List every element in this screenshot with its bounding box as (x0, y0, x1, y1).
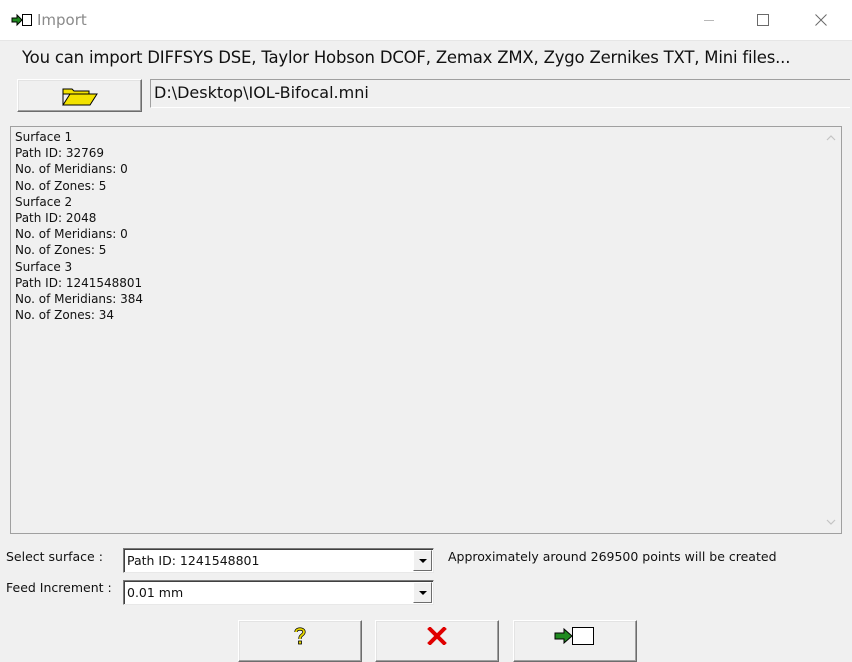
info-line: Path ID: 1241548801 (15, 275, 143, 290)
maximize-button[interactable] (740, 0, 786, 40)
browse-file-button[interactable] (17, 79, 142, 112)
info-line: No. of Zones: 5 (15, 243, 107, 258)
surface-info-lines: Surface 1 Path ID: 32769 No. of Meridian… (15, 129, 143, 323)
info-line: Path ID: 32769 (15, 146, 104, 161)
info-line: No. of Zones: 34 (15, 308, 115, 323)
info-line: No. of Meridians: 384 (15, 292, 144, 307)
info-line: No. of Meridians: 0 (15, 162, 128, 177)
feed-increment-dropdown[interactable]: 0.01 mm (123, 580, 434, 605)
feed-increment-value: 0.01 mm (127, 585, 184, 600)
import-arrow-icon (11, 13, 32, 27)
select-surface-label: Select surface : (6, 549, 103, 564)
info-line: Path ID: 2048 (15, 211, 97, 226)
maximize-icon (757, 14, 769, 26)
vertical-scrollbar[interactable] (821, 127, 841, 533)
title-bar: Import (0, 0, 852, 41)
select-surface-value: Path ID: 1241548801 (127, 553, 260, 568)
close-button[interactable] (798, 0, 844, 40)
folder-open-icon (61, 88, 98, 105)
info-line: No. of Zones: 5 (15, 178, 107, 193)
info-line: Surface 1 (15, 130, 73, 144)
scroll-up-icon[interactable] (825, 133, 837, 143)
scroll-down-icon[interactable] (825, 517, 837, 527)
chevron-down-icon[interactable] (413, 582, 432, 603)
import-ok-button[interactable] (513, 620, 637, 662)
feed-increment-label: Feed Increment : (6, 580, 112, 595)
surface-info-textbox[interactable]: Surface 1 Path ID: 32769 No. of Meridian… (10, 126, 842, 534)
minimize-icon (704, 20, 714, 21)
minimize-button[interactable] (686, 0, 732, 40)
close-icon (815, 14, 827, 26)
question-mark-icon (294, 627, 306, 645)
chevron-down-icon[interactable] (413, 550, 432, 571)
window-title: Import (37, 11, 87, 29)
help-button[interactable] (238, 620, 362, 662)
info-line: No. of Meridians: 0 (15, 227, 128, 242)
info-line: Surface 2 (15, 194, 73, 209)
select-surface-dropdown[interactable]: Path ID: 1241548801 (123, 548, 434, 573)
red-x-icon (427, 627, 447, 645)
import-arrow-icon (554, 627, 594, 645)
points-estimate-text: Approximately around 269500 points will … (448, 549, 777, 564)
file-path-field[interactable]: D:\Desktop\IOL-Bifocal.mni (150, 79, 850, 108)
info-line: Surface 3 (15, 259, 73, 274)
supported-formats-text: You can import DIFFSYS DSE, Taylor Hobso… (22, 48, 791, 67)
cancel-button[interactable] (375, 620, 499, 662)
